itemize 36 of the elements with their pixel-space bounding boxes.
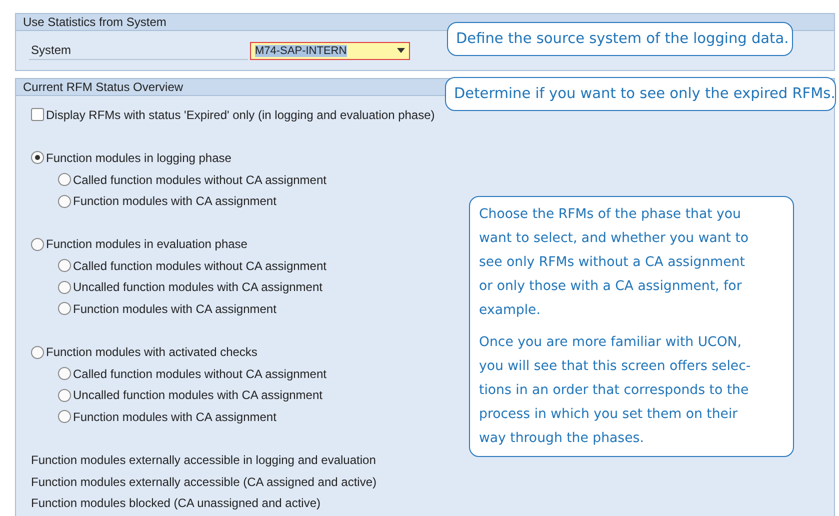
radio-button[interactable]	[58, 259, 71, 272]
radio-label: Function modules in evaluation phase	[46, 237, 248, 252]
radio-button[interactable]	[31, 151, 44, 164]
radio-button[interactable]	[58, 410, 71, 424]
radio-label: Uncalled function modules with CA assignment	[73, 388, 322, 402]
radio-button[interactable]	[58, 280, 71, 294]
callout-text: Choose the RFMs of the phase that you want to select, and whether you want to see only RFMs without a CA assignment or only those with a CA assignment, for example.	[479, 206, 750, 320]
callout-text: Once you are more familiar with UCON, you will see that this screen offers selec- tions in an order that corresponds to the process in which you set them on their way through the phases.	[479, 334, 752, 448]
radio-label: Uncalled function modules with CA assignment	[73, 280, 322, 294]
radio-button[interactable]	[31, 346, 44, 359]
radio-label: Function modules with activated checks	[46, 345, 258, 360]
system-dropdown[interactable]: M74-SAP-INTERN	[250, 42, 410, 60]
radio-label: Function modules with CA assignment	[73, 410, 276, 424]
radio-label: Called function modules without CA assignment	[73, 258, 326, 273]
status-text: Function modules blocked (CA unassigned and active)	[31, 496, 320, 510]
field-label: System	[29, 41, 248, 60]
radio-button[interactable]	[31, 238, 44, 251]
radio-button[interactable]	[58, 173, 71, 186]
radio-button[interactable]	[58, 302, 71, 316]
radio-button[interactable]	[58, 194, 71, 208]
callout-text: Define the source system of the logging data.	[456, 31, 789, 47]
panel-title: Current RFM Status Overview	[23, 80, 184, 94]
radio-button[interactable]	[58, 367, 71, 380]
callout-text: Determine if you want to see only the expired RFMs.	[454, 86, 836, 102]
panel-title: Use Statistics from System	[23, 15, 166, 29]
checkbox[interactable]	[31, 108, 44, 122]
radio-label: Called function modules without CA assignment	[73, 172, 326, 187]
checkbox-label: Display RFMs with status 'Expired' only (in logging and evaluation phase)	[46, 108, 435, 122]
status-text: Function modules externally accessible in logging and evaluation	[31, 453, 376, 468]
radio-button[interactable]	[58, 388, 71, 402]
radio-label: Called function modules without CA assignment	[73, 366, 326, 381]
radio-label: Function modules in logging phase	[46, 150, 232, 165]
caret-icon	[397, 48, 405, 53]
status-text: Function modules externally accessible (CA assigned and active)	[31, 474, 377, 489]
radio-label: Function modules with CA assignment	[73, 194, 276, 208]
radio-label: Function modules with CA assignment	[73, 302, 276, 316]
